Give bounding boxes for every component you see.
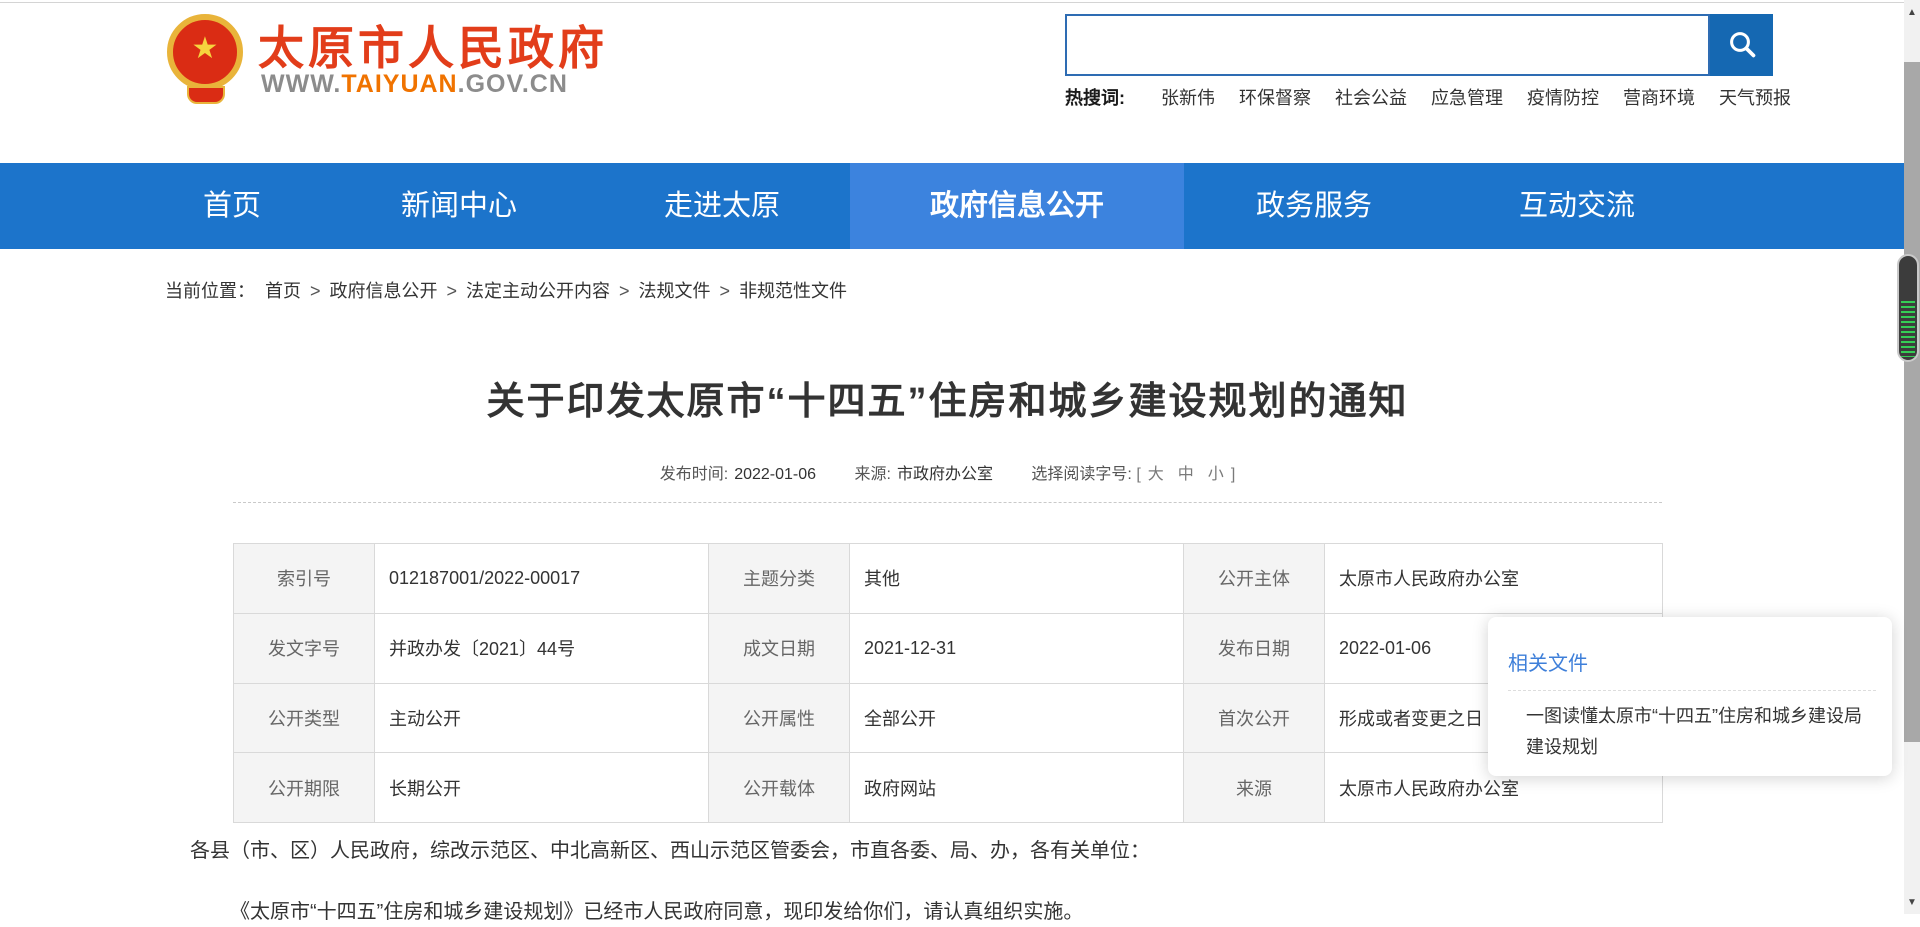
fontsize-bracket-close: ] [1231, 466, 1235, 483]
hot-keyword-link[interactable]: 营商环境 [1623, 84, 1695, 110]
fontsize-option-small[interactable]: 小 [1208, 466, 1224, 483]
info-label-cell: 首次公开 [1184, 683, 1325, 753]
hot-keyword-link[interactable]: 社会公益 [1335, 84, 1407, 110]
breadcrumb-item-statutory-disclosure[interactable]: 法定主动公开内容 [466, 281, 610, 301]
search-icon [1726, 28, 1758, 63]
nav-item-news-center[interactable]: 新闻中心 [401, 163, 517, 249]
table-row: 发文字号 并政办发〔2021〕44号 成文日期 2021-12-31 发布日期 … [234, 613, 1663, 683]
scrollbar-thumb[interactable] [1904, 62, 1920, 742]
nav-item-gov-services[interactable]: 政务服务 [1256, 163, 1372, 249]
info-label-cell: 主题分类 [709, 544, 850, 614]
main-nav: 首页 新闻中心 走进太原 政府信息公开 政务服务 互动交流 [0, 163, 1904, 249]
publish-date-label: 发布时间: [660, 466, 728, 483]
chevron-down-icon: ▼ [1907, 897, 1917, 908]
info-value-cell: 并政办发〔2021〕44号 [375, 613, 709, 683]
info-label-cell: 发文字号 [234, 613, 375, 683]
breadcrumb-separator: > [447, 281, 458, 301]
document-info-table: 索引号 012187001/2022-00017 主题分类 其他 公开主体 太原… [233, 543, 1663, 823]
info-label-cell: 公开属性 [709, 683, 850, 753]
source-value: 市政府办公室 [897, 466, 993, 483]
info-label-cell: 公开主体 [1184, 544, 1325, 614]
info-value-cell: 012187001/2022-00017 [375, 544, 709, 614]
fontsize-bracket-open: [ [1136, 466, 1140, 483]
scroll-indicator-pill [1897, 254, 1919, 362]
info-label-cell: 发布日期 [1184, 613, 1325, 683]
search-button[interactable] [1710, 14, 1773, 76]
breadcrumb-item-regulation-files[interactable]: 法规文件 [639, 281, 711, 301]
info-value-cell: 长期公开 [375, 753, 709, 823]
scrollbar-down-button[interactable]: ▼ [1904, 892, 1920, 912]
breadcrumb-item-home[interactable]: 首页 [265, 281, 301, 301]
dashed-divider [233, 502, 1662, 503]
emblem-ribbon [187, 86, 225, 104]
breadcrumb-separator: > [720, 281, 731, 301]
nav-item-gov-info-disclosure[interactable]: 政府信息公开 [850, 163, 1184, 249]
hot-keyword-link[interactable]: 张新伟 [1161, 84, 1215, 110]
info-label-cell: 公开类型 [234, 683, 375, 753]
article-title: 关于印发太原市“十四五”住房和城乡建设规划的通知 [233, 370, 1662, 425]
info-value-cell: 主动公开 [375, 683, 709, 753]
hot-keyword-link[interactable]: 环保督察 [1239, 84, 1311, 110]
breadcrumb-label: 当前位置： [165, 281, 255, 301]
article-body-paragraph: 《太原市“十四五”住房和城乡建设规划》已经市人民政府同意，现印发给你们，请认真组… [190, 897, 1680, 927]
vertical-scrollbar[interactable]: ▲ ▼ [1904, 0, 1920, 914]
nav-item-home[interactable]: 首页 [203, 163, 261, 249]
fontsize-option-large[interactable]: 大 [1148, 466, 1164, 483]
panel-dashed-divider [1508, 690, 1876, 691]
scrollbar-up-button[interactable]: ▲ [1904, 2, 1920, 22]
article-body-paragraph: 各县（市、区）人民政府，综改示范区、中北高新区、西山示范区管委会，市直各委、局、… [190, 836, 1680, 866]
table-row: 公开类型 主动公开 公开属性 全部公开 首次公开 形成或者变更之日 [234, 683, 1663, 753]
info-label-cell: 索引号 [234, 544, 375, 614]
nav-item-about-taiyuan[interactable]: 走进太原 [664, 163, 780, 249]
article-meta: 发布时间: 2022-01-06 来源: 市政府办公室 选择阅读字号: [ 大中小] [233, 460, 1662, 484]
fontsize-label: 选择阅读字号: [1031, 466, 1131, 483]
info-value-cell: 政府网站 [850, 753, 1184, 823]
fontsize-option-medium[interactable]: 中 [1178, 466, 1194, 483]
info-value-cell: 其他 [850, 544, 1184, 614]
source-label: 来源: [854, 466, 890, 483]
publish-date: 2022-01-06 [734, 466, 816, 483]
related-files-panel: 相关文件 一图读懂太原市“十四五”住房和城乡建设局建设规划 [1488, 617, 1892, 776]
nav-item-interaction[interactable]: 互动交流 [1519, 163, 1635, 249]
info-label-cell: 成文日期 [709, 613, 850, 683]
site-url: WWW.TAIYUAN.GOV.CN [261, 70, 568, 99]
hot-keyword-link[interactable]: 天气预报 [1719, 84, 1791, 110]
info-value-cell: 全部公开 [850, 683, 1184, 753]
chevron-up-icon: ▲ [1907, 7, 1917, 18]
breadcrumb: 当前位置： 首页 > 政府信息公开 > 法定主动公开内容 > 法规文件 > 非规范性文件 [165, 277, 847, 303]
site-url-suffix: .GOV.CN [458, 70, 568, 98]
site-title: 太原市人民政府 [258, 12, 608, 78]
table-row: 公开期限 长期公开 公开载体 政府网站 来源 太原市人民政府办公室 [234, 753, 1663, 823]
info-label-cell: 公开期限 [234, 753, 375, 823]
hot-search-row: 热搜词: 张新伟 环保督察 社会公益 应急管理 疫情防控 营商环境 天气预报 [1065, 84, 1815, 110]
info-value-cell: 太原市人民政府办公室 [1325, 544, 1663, 614]
national-emblem-logo: ★ [165, 12, 243, 104]
related-files-title: 相关文件 [1508, 647, 1892, 676]
page-top-divider [0, 2, 1904, 3]
related-file-link[interactable]: 一图读懂太原市“十四五”住房和城乡建设局建设规划 [1526, 701, 1868, 763]
breadcrumb-item-non-normative-files[interactable]: 非规范性文件 [739, 281, 847, 301]
info-label-cell: 公开载体 [709, 753, 850, 823]
breadcrumb-separator: > [619, 281, 630, 301]
star-icon: ★ [192, 34, 219, 64]
emblem-circle: ★ [167, 14, 243, 90]
breadcrumb-item-gov-info[interactable]: 政府信息公开 [330, 281, 438, 301]
green-stripes-decoration [1901, 301, 1915, 357]
info-value-cell: 2021-12-31 [850, 613, 1184, 683]
table-row: 索引号 012187001/2022-00017 主题分类 其他 公开主体 太原… [234, 544, 1663, 614]
hot-keyword-link[interactable]: 疫情防控 [1527, 84, 1599, 110]
info-label-cell: 来源 [1184, 753, 1325, 823]
hot-search-label: 热搜词: [1065, 84, 1125, 110]
hot-keyword-link[interactable]: 应急管理 [1431, 84, 1503, 110]
site-url-domain: TAIYUAN [341, 70, 457, 98]
site-url-www: WWW. [261, 70, 341, 98]
search-input[interactable] [1065, 14, 1710, 76]
breadcrumb-separator: > [310, 281, 321, 301]
